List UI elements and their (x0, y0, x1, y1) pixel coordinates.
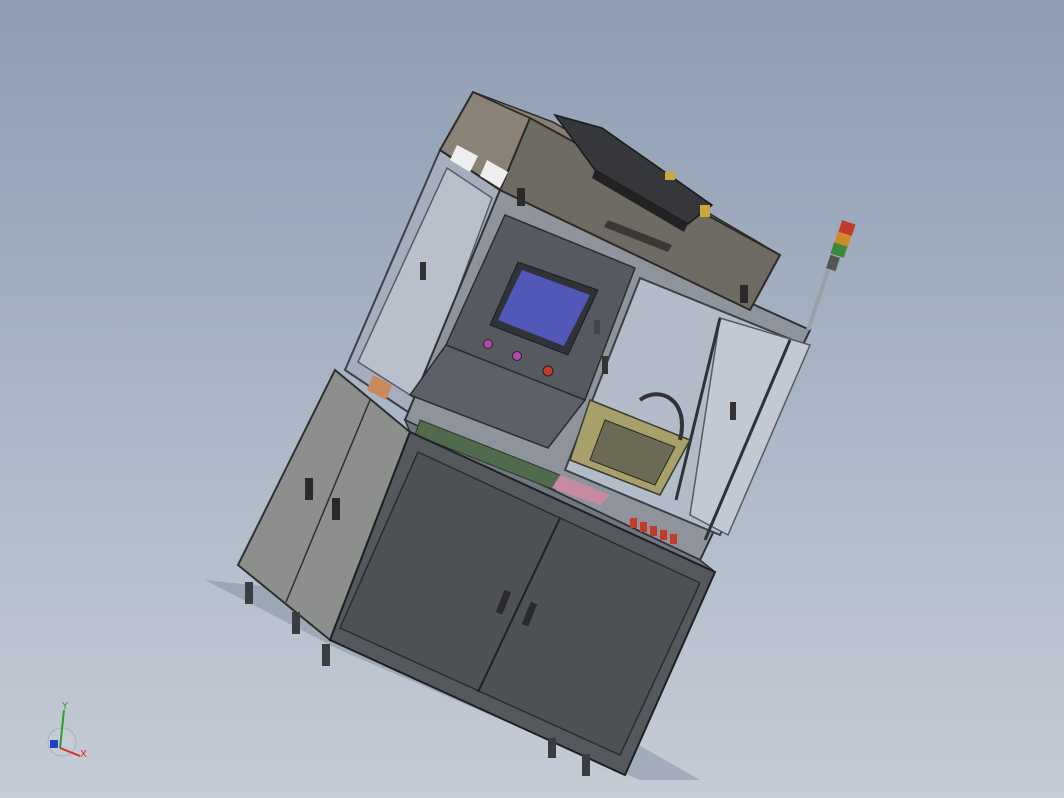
triad-y-label: Y (62, 701, 69, 712)
signal-tower (806, 220, 856, 331)
panel-switch[interactable] (594, 320, 600, 334)
left-door-handle (420, 262, 426, 280)
yellow-tag-2 (665, 172, 675, 180)
hood-latch-right (740, 285, 748, 303)
magenta-button-2[interactable] (512, 351, 522, 361)
left-cabinet-handle-1[interactable] (305, 478, 313, 500)
magenta-button-1[interactable] (483, 339, 493, 349)
hood-latch-left (517, 188, 525, 206)
orientation-triad[interactable]: Y X (40, 700, 100, 770)
machine-model[interactable] (0, 0, 1064, 798)
middle-door-handle (602, 356, 608, 374)
triad-x-label: X (80, 749, 87, 760)
yellow-tag (700, 205, 710, 217)
z-axis-arrow (50, 740, 58, 748)
left-cabinet-handle-2[interactable] (332, 498, 340, 520)
emergency-stop-button[interactable] (542, 365, 554, 377)
right-door-handle (730, 402, 736, 420)
graphics-viewport[interactable]: Y X (0, 0, 1064, 798)
